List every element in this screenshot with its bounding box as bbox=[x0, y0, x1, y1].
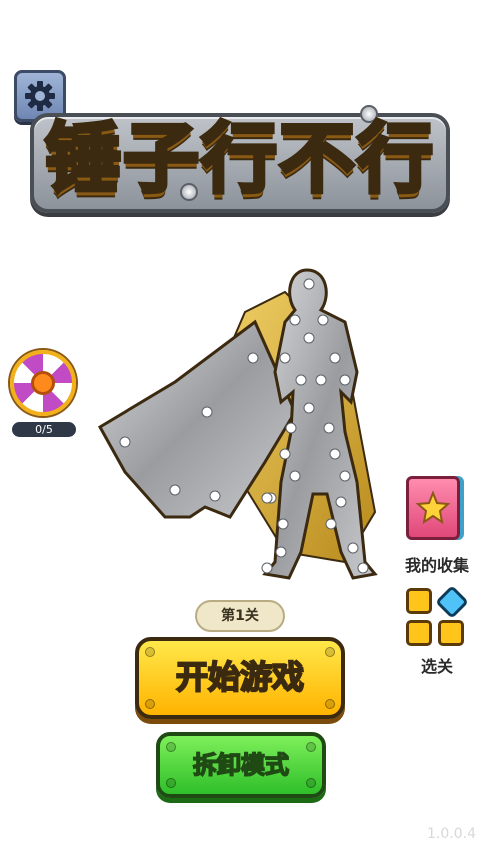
wheel-progress: 0/5 bbox=[12, 422, 76, 437]
screw-icon bbox=[166, 742, 176, 752]
current-level-badge: 第1关 bbox=[195, 600, 285, 632]
screw-icon bbox=[325, 647, 335, 657]
start-game-button[interactable]: 开始游戏 bbox=[135, 637, 345, 719]
game-title: 锤子行不行 bbox=[43, 112, 435, 205]
hero-figure-puzzle bbox=[97, 268, 378, 580]
wheel-hub-icon bbox=[31, 371, 55, 395]
level-select-button[interactable]: 选关 bbox=[398, 585, 476, 688]
level-select-label: 选关 bbox=[420, 657, 453, 676]
book-star-icon bbox=[406, 476, 460, 540]
my-collection-label: 我的收集 bbox=[404, 556, 469, 575]
screw-icon bbox=[145, 647, 155, 657]
my-collection-button[interactable]: 我的收集 bbox=[398, 470, 476, 580]
level-tile-diamond-icon bbox=[435, 585, 469, 619]
start-game-label: 开始游戏 bbox=[175, 657, 305, 697]
level-tile-icon bbox=[406, 620, 432, 646]
version-label: 1.0.0.4 bbox=[427, 826, 476, 842]
star-icon bbox=[415, 490, 451, 525]
screw-icon bbox=[306, 778, 316, 788]
screw-icon bbox=[145, 699, 155, 709]
game-title-logo: 锤子行不行 bbox=[30, 105, 450, 220]
level-tile-icon bbox=[406, 588, 432, 614]
level-tile-icon bbox=[438, 620, 464, 646]
disassemble-mode-label: 拆卸模式 bbox=[192, 750, 290, 780]
disassemble-mode-button[interactable]: 拆卸模式 bbox=[156, 732, 326, 798]
screw-icon bbox=[306, 742, 316, 752]
screw-icon bbox=[166, 778, 176, 788]
screw-icon bbox=[325, 699, 335, 709]
